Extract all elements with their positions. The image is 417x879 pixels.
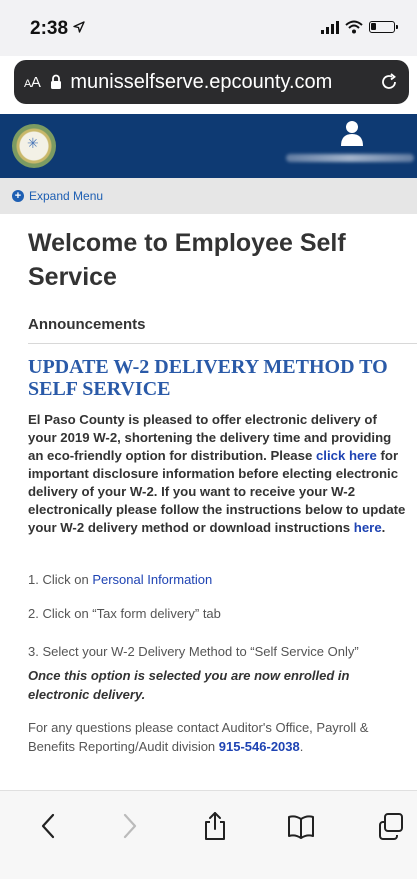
forward-icon[interactable] <box>114 811 144 841</box>
status-bar: 2:38 <box>0 0 417 56</box>
announcement-heading: UPDATE W-2 DELIVERY METHOD TO SELF SERVI… <box>28 356 388 400</box>
step-1: 1. Click on Personal Information <box>28 572 212 587</box>
reload-icon[interactable] <box>379 72 399 92</box>
page-title: Welcome to Employee Self Service <box>28 229 346 291</box>
text-size-button[interactable]: AA <box>24 74 41 91</box>
county-seal-logo[interactable] <box>12 124 56 168</box>
announcement-body: El Paso County is pleased to offer elect… <box>28 411 406 537</box>
personal-information-link[interactable]: Personal Information <box>92 572 212 587</box>
share-icon[interactable] <box>200 811 230 841</box>
here-link[interactable]: here <box>354 520 382 535</box>
plus-circle-icon[interactable]: + <box>12 190 24 202</box>
contact-text: For any questions please contact Auditor… <box>28 720 369 754</box>
address-bar[interactable]: AA munisselfserve.epcounty.com <box>14 60 409 104</box>
expand-menu-link[interactable]: Expand Menu <box>29 189 103 203</box>
wifi-icon <box>345 20 363 34</box>
location-arrow-icon <box>73 21 86 33</box>
app-header <box>0 114 417 178</box>
body-text-3: . <box>381 520 386 535</box>
status-time: 2:38 <box>30 18 86 40</box>
clock-time: 2:38 <box>30 18 69 39</box>
step-3: 3. Select your W-2 Delivery Method to “S… <box>28 644 359 659</box>
step-1-prefix: 1. Click on <box>28 572 93 587</box>
tabs-icon[interactable] <box>376 811 406 841</box>
announcements-header: Announcements <box>28 316 417 344</box>
status-indicators <box>321 20 398 34</box>
user-icon[interactable] <box>340 120 364 146</box>
enrolled-note: Once this option is selected you are now… <box>28 668 350 702</box>
click-here-link[interactable]: click here <box>316 448 377 463</box>
url-text[interactable]: munisselfserve.epcounty.com <box>70 71 379 94</box>
user-name-redacted[interactable] <box>286 154 414 162</box>
expand-menu-bar: + Expand Menu <box>0 178 417 214</box>
battery-icon <box>369 21 398 33</box>
signal-icon <box>321 20 339 34</box>
lock-icon <box>51 74 62 89</box>
back-icon[interactable] <box>34 811 64 841</box>
step-2: 2. Click on “Tax form delivery” tab <box>28 606 221 621</box>
phone-link[interactable]: 915-546-2038 <box>219 739 300 754</box>
contact-suffix: . <box>299 739 304 754</box>
bookmarks-icon[interactable] <box>286 811 316 841</box>
contact-info: For any questions please contact Auditor… <box>28 718 408 756</box>
browser-toolbar <box>0 790 417 879</box>
